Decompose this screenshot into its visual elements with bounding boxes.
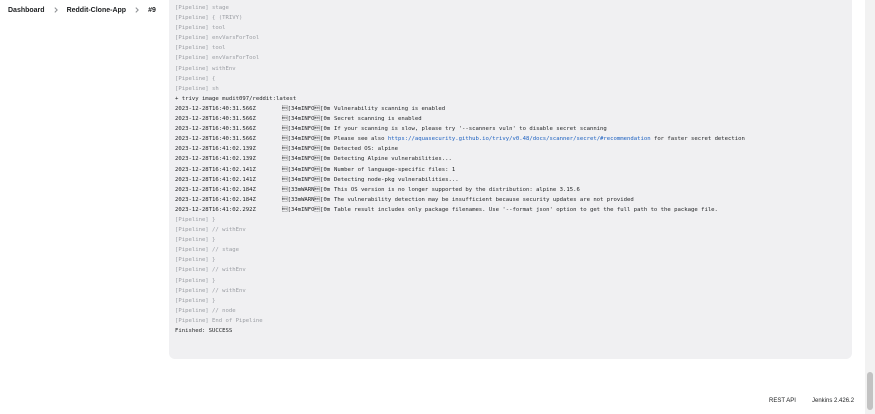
log-timestamp: 2023-12-28T16:40:31.566Z bbox=[175, 136, 256, 143]
log-level: [34mINFO[0m bbox=[282, 156, 331, 163]
console-line: [Pipeline] } bbox=[175, 216, 216, 223]
log-line: 2023-12-28T16:41:02.141Z [34mINFO[0m Num… bbox=[175, 165, 852, 175]
log-timestamp: 2023-12-28T16:40:31.566Z bbox=[175, 105, 256, 112]
chevron-right-icon bbox=[134, 7, 140, 13]
log-line: 2023-12-28T16:41:02.141Z [34mINFO[0m Det… bbox=[175, 175, 852, 185]
console-line: [Pipeline] stage bbox=[175, 5, 229, 11]
log-line: 2023-12-28T16:40:31.566Z [34mINFO[0m If … bbox=[175, 124, 852, 134]
page-scrollbar[interactable] bbox=[865, 0, 875, 414]
log-level: [33mWARN[0m bbox=[282, 186, 331, 193]
build-status: Finished: SUCCESS bbox=[175, 328, 233, 334]
log-message: Table result includes only package filen… bbox=[334, 206, 718, 213]
console-line: [Pipeline] sh bbox=[175, 85, 219, 92]
chevron-right-icon bbox=[53, 7, 59, 13]
log-message: Detecting Alpine vulnerabilities... bbox=[334, 156, 452, 163]
log-level: [34mINFO[0m bbox=[282, 126, 331, 133]
console-line: [Pipeline] tool bbox=[175, 45, 226, 52]
console-line: [Pipeline] // stage bbox=[175, 247, 239, 254]
console-line: [Pipeline] } bbox=[175, 237, 216, 244]
log-message: Vulnerability scanning is enabled bbox=[334, 105, 446, 112]
log-level: [34mINFO[0m bbox=[282, 146, 331, 153]
log-message: Secret scanning is enabled bbox=[334, 116, 422, 123]
console-line: [Pipeline] } bbox=[175, 297, 216, 304]
console-line: [Pipeline] envVarsForTool bbox=[175, 55, 260, 62]
log-line: 2023-12-28T16:40:31.566Z [34mINFO[0m Ple… bbox=[175, 134, 852, 144]
log-line: 2023-12-28T16:41:02.292Z [34mINFO[0m Tab… bbox=[175, 205, 852, 215]
log-message: If your scanning is slow, please try '--… bbox=[334, 126, 607, 133]
console-line: [Pipeline] End of Pipeline bbox=[175, 317, 263, 324]
console-output: [Pipeline] stage [Pipeline] { (TRIVY) [P… bbox=[169, 0, 852, 359]
console-line: [Pipeline] } bbox=[175, 257, 216, 264]
breadcrumb-build[interactable]: #9 bbox=[148, 7, 156, 14]
log-timestamp: 2023-12-28T16:41:02.141Z bbox=[175, 166, 256, 173]
console-command: + trivy image mudit097/reddit:latest bbox=[175, 95, 297, 102]
log-timestamp: 2023-12-28T16:41:02.184Z bbox=[175, 196, 256, 203]
log-timestamp: 2023-12-28T16:41:02.141Z bbox=[175, 176, 256, 183]
console-line: [Pipeline] // withEnv bbox=[175, 287, 246, 294]
console-line: [Pipeline] { (TRIVY) bbox=[175, 15, 243, 22]
log-message: Detecting node-pkg vulnerabilities... bbox=[334, 176, 459, 183]
log-line: 2023-12-28T16:41:02.184Z [33mWARN[0m The… bbox=[175, 195, 852, 205]
log-timestamp: 2023-12-28T16:41:02.139Z bbox=[175, 156, 256, 163]
console-line: [Pipeline] // withEnv bbox=[175, 267, 246, 274]
log-timestamp: 2023-12-28T16:40:31.566Z bbox=[175, 116, 256, 123]
breadcrumb-job[interactable]: Reddit-Clone-App bbox=[67, 7, 127, 14]
log-timestamp: 2023-12-28T16:41:02.292Z bbox=[175, 206, 256, 213]
console-line: [Pipeline] // node bbox=[175, 307, 236, 314]
console-line: [Pipeline] } bbox=[175, 277, 216, 284]
log-message: This OS version is no longer supported b… bbox=[334, 186, 580, 193]
log-line: 2023-12-28T16:41:02.139Z [34mINFO[0m Det… bbox=[175, 154, 852, 164]
log-level: [33mWARN[0m bbox=[282, 196, 331, 203]
log-level: [34mINFO[0m bbox=[282, 176, 331, 183]
log-line: 2023-12-28T16:40:31.566Z [34mINFO[0m Sec… bbox=[175, 114, 852, 124]
recommendation-link[interactable]: https://aquasecurity.github.io/trivy/v0.… bbox=[388, 136, 651, 142]
log-level: [34mINFO[0m bbox=[282, 105, 331, 112]
log-timestamp: 2023-12-28T16:41:02.139Z bbox=[175, 146, 256, 153]
console-line: [Pipeline] withEnv bbox=[175, 65, 236, 72]
log-message: Number of language-specific files: 1 bbox=[334, 166, 456, 173]
log-message-suffix: for faster secret detection bbox=[650, 136, 745, 143]
scrollbar-thumb[interactable] bbox=[867, 372, 873, 410]
log-message: The vulnerability detection may be insuf… bbox=[334, 196, 634, 203]
jenkins-version-link[interactable]: Jenkins 2.426.2 bbox=[812, 398, 854, 404]
log-timestamp: 2023-12-28T16:41:02.184Z bbox=[175, 186, 256, 193]
console-line: [Pipeline] { bbox=[175, 75, 216, 82]
log-level: [34mINFO[0m bbox=[282, 136, 331, 143]
log-message: Please see also bbox=[334, 136, 388, 143]
log-level: [34mINFO[0m bbox=[282, 116, 331, 123]
log-message: Detected OS: alpine bbox=[334, 146, 398, 153]
breadcrumb-dashboard[interactable]: Dashboard bbox=[8, 7, 45, 14]
log-line: 2023-12-28T16:41:02.184Z [33mWARN[0m Thi… bbox=[175, 185, 852, 195]
rest-api-link[interactable]: REST API bbox=[769, 398, 796, 404]
log-level: [34mINFO[0m bbox=[282, 166, 331, 173]
log-line: 2023-12-28T16:40:31.566Z [34mINFO[0m Vul… bbox=[175, 104, 852, 114]
log-level: [34mINFO[0m bbox=[282, 206, 331, 213]
log-timestamp: 2023-12-28T16:40:31.566Z bbox=[175, 126, 256, 133]
console-line: [Pipeline] tool bbox=[175, 25, 226, 32]
console-line: [Pipeline] // withEnv bbox=[175, 227, 246, 234]
console-line: [Pipeline] envVarsForTool bbox=[175, 35, 260, 42]
log-line: 2023-12-28T16:41:02.139Z [34mINFO[0m Det… bbox=[175, 144, 852, 154]
